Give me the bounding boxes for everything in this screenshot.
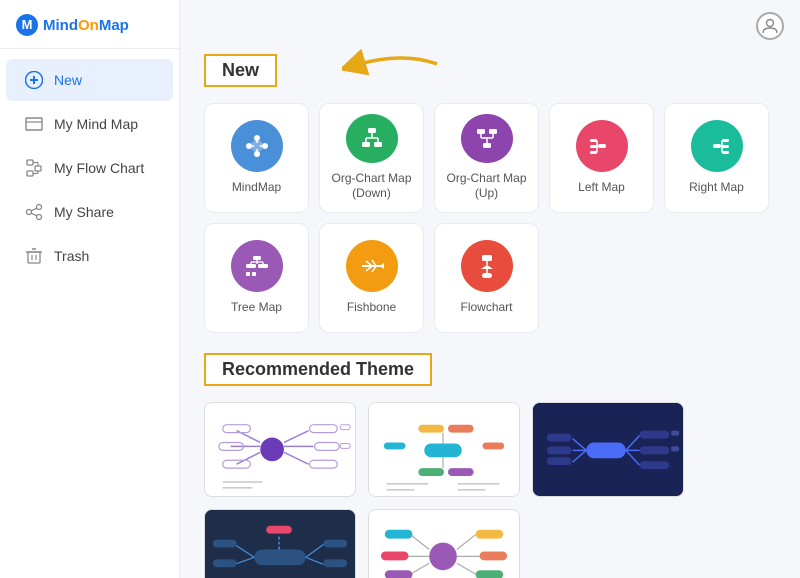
- sidebar-item-trash-label: Trash: [54, 248, 89, 264]
- orgchartup-card-icon: [461, 114, 513, 163]
- theme-card-5[interactable]: [368, 509, 520, 578]
- leftmap-label: Left Map: [578, 180, 625, 196]
- flowchart-card-icon: [461, 240, 513, 292]
- treemap-label: Tree Map: [231, 300, 282, 316]
- mindmap-icon: [24, 114, 44, 134]
- theme-card-1[interactable]: [204, 402, 356, 497]
- fishbone-label: Fishbone: [347, 300, 396, 316]
- share-icon: [24, 202, 44, 222]
- theme-card-2[interactable]: [368, 402, 520, 497]
- treemap-card-icon: [231, 240, 283, 292]
- sidebar-item-myshare[interactable]: My Share: [6, 191, 173, 233]
- fishbone-card-icon: [346, 240, 398, 292]
- theme-card-4[interactable]: [204, 509, 356, 578]
- new-section: New MindMap Org-Chart Map(Down) Org-Char: [204, 54, 776, 578]
- map-card-mindmap[interactable]: MindMap: [204, 103, 309, 213]
- theme-grid: [204, 402, 776, 578]
- flowchart-label: Flowchart: [460, 300, 512, 316]
- map-card-rightmap[interactable]: Right Map: [664, 103, 769, 213]
- sidebar-item-new[interactable]: New: [6, 59, 173, 101]
- sidebar-item-new-label: New: [54, 72, 82, 88]
- user-avatar[interactable]: [756, 12, 784, 40]
- sidebar-item-mymindmap-label: My Mind Map: [54, 116, 138, 132]
- sidebar-item-myflowchart-label: My Flow Chart: [54, 160, 144, 176]
- sidebar-item-myshare-label: My Share: [54, 204, 114, 220]
- logo-text: MindOnMap: [43, 17, 129, 34]
- map-type-grid: MindMap Org-Chart Map(Down) Org-Chart Ma…: [204, 103, 776, 333]
- theme-card-3[interactable]: [532, 402, 684, 497]
- user-icon: [762, 18, 778, 34]
- trash-icon: [24, 246, 44, 266]
- mindmap-card-icon: [231, 120, 283, 172]
- sidebar: M MindOnMap New My Mind Map My Flow Char…: [0, 0, 180, 578]
- recommended-theme-title: Recommended Theme: [204, 353, 432, 386]
- flowchart-sidebar-icon: [24, 158, 44, 178]
- map-card-fishbone[interactable]: Fishbone: [319, 223, 424, 333]
- new-icon: [24, 70, 44, 90]
- orgchartup-label: Org-Chart Map (Up): [445, 171, 528, 202]
- map-card-orgchartdown[interactable]: Org-Chart Map(Down): [319, 103, 424, 213]
- rightmap-card-icon: [691, 120, 743, 172]
- orgchartdown-label: Org-Chart Map(Down): [331, 171, 411, 202]
- sidebar-item-trash[interactable]: Trash: [6, 235, 173, 277]
- sidebar-item-myflowchart[interactable]: My Flow Chart: [6, 147, 173, 189]
- leftmap-card-icon: [576, 120, 628, 172]
- map-card-flowchart[interactable]: Flowchart: [434, 223, 539, 333]
- orgchartdown-card-icon: [346, 114, 398, 163]
- new-section-title: New: [204, 54, 277, 87]
- mindmap-label: MindMap: [232, 180, 281, 196]
- logo-icon: M: [16, 14, 38, 36]
- sidebar-item-mymindmap[interactable]: My Mind Map: [6, 103, 173, 145]
- map-card-treemap[interactable]: Tree Map: [204, 223, 309, 333]
- rightmap-label: Right Map: [689, 180, 744, 196]
- map-card-orgchartup[interactable]: Org-Chart Map (Up): [434, 103, 539, 213]
- theme-section: Recommended Theme: [204, 353, 776, 578]
- logo-area: M MindOnMap: [0, 0, 179, 49]
- map-card-leftmap[interactable]: Left Map: [549, 103, 654, 213]
- svg-text:M: M: [22, 17, 33, 32]
- main-content: New MindMap Org-Chart Map(Down) Org-Char: [180, 0, 800, 578]
